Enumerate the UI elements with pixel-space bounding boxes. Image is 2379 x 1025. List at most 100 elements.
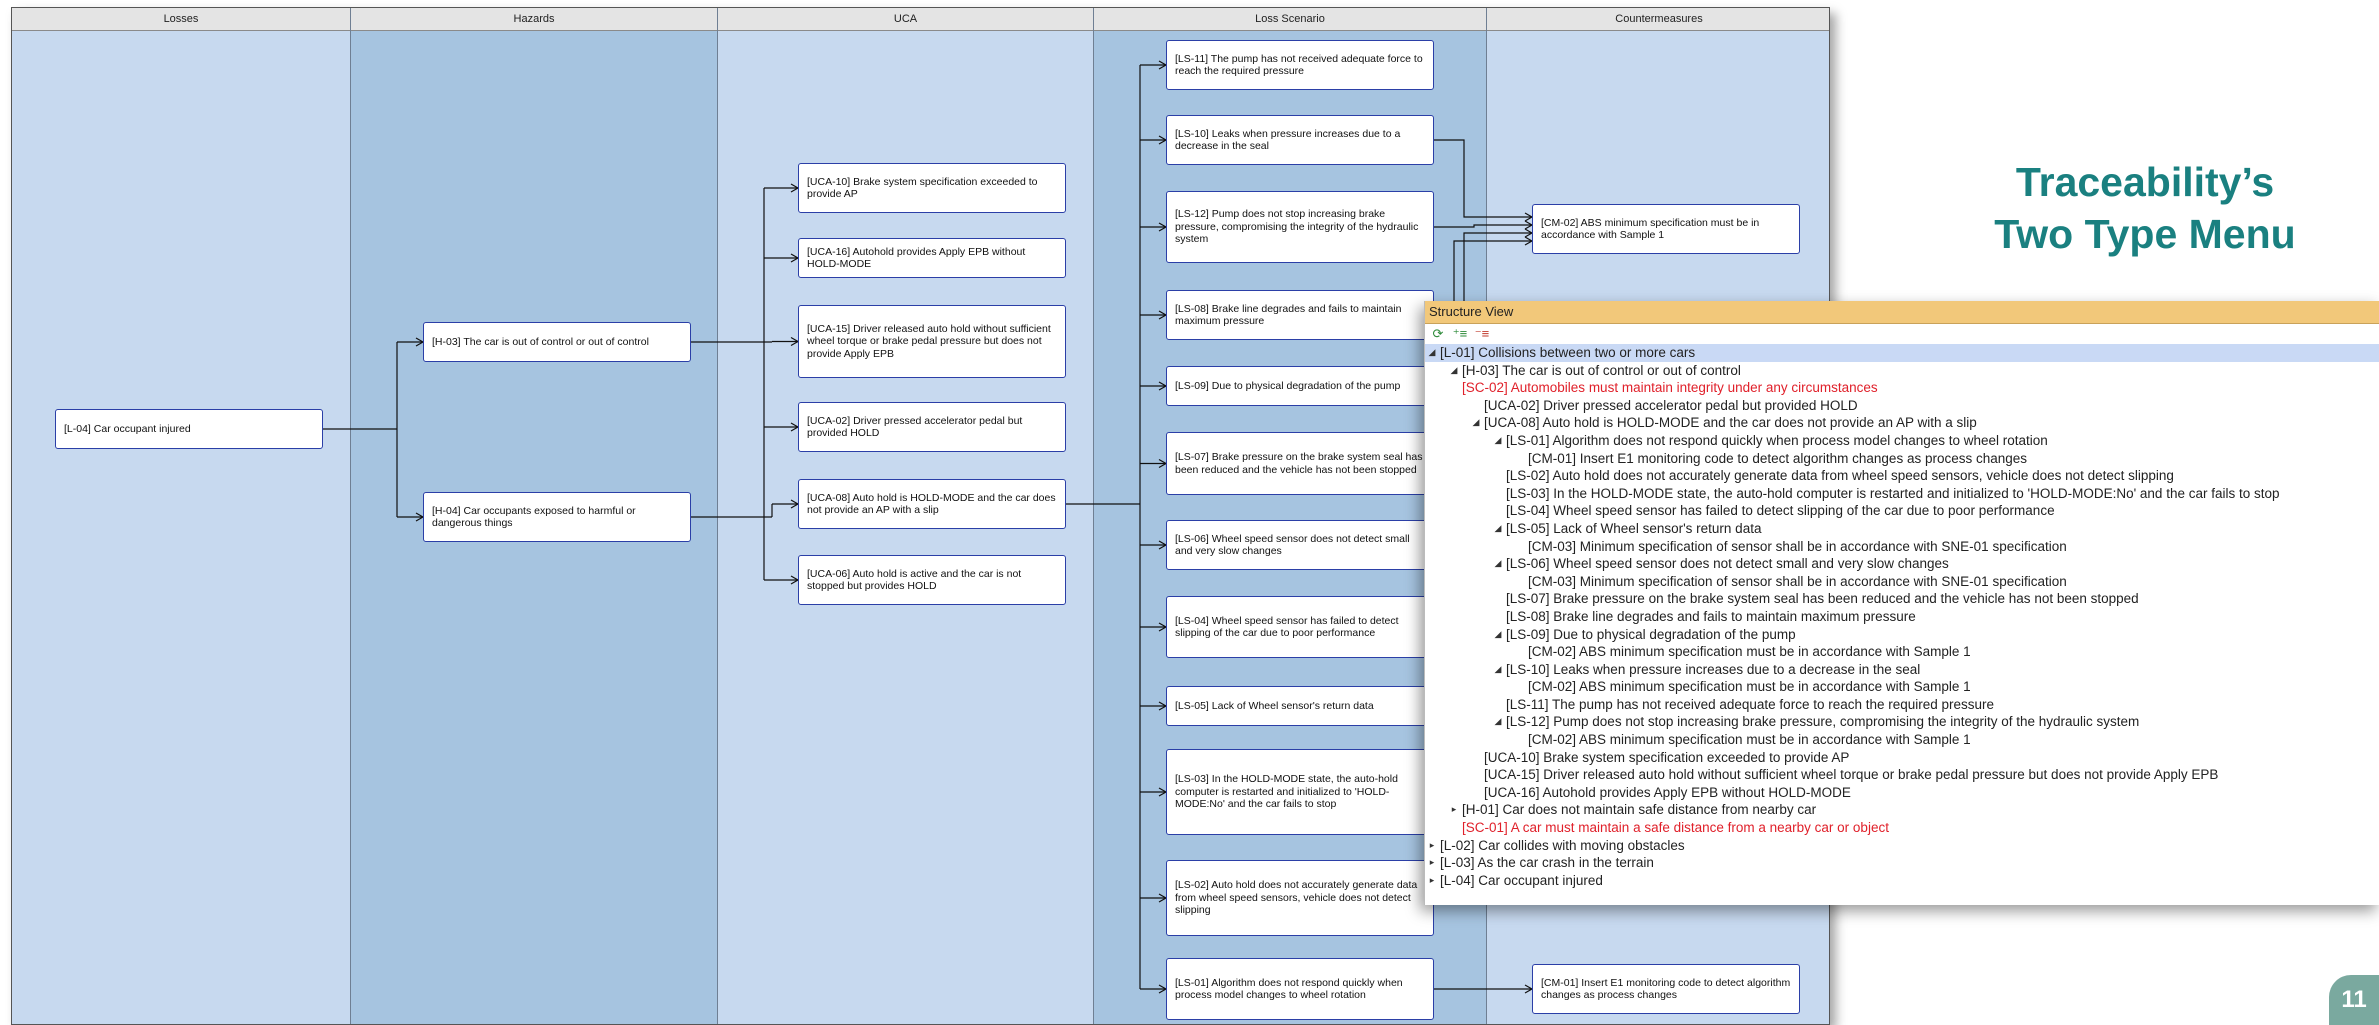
tree-row-label: [L-02] Car collides with moving obstacle… <box>1440 837 1685 853</box>
column-losses: Losses <box>12 8 351 1024</box>
tree-row-label: [UCA-08] Auto hold is HOLD-MODE and the … <box>1484 415 1977 431</box>
collapse-toggle-icon[interactable]: ◢ <box>1492 432 1504 450</box>
node-ls04[interactable]: [LS-04] Wheel speed sensor has failed to… <box>1166 596 1434 658</box>
node-h03[interactable]: [H-03] The car is out of control or out … <box>423 322 691 362</box>
tree-row-label: [LS-06] Wheel speed sensor does not dete… <box>1506 556 1949 572</box>
tree-row-label: [UCA-10] Brake system specification exce… <box>1484 749 1850 765</box>
structure-view-titlebar: Structure View <box>1425 301 2379 324</box>
collapse-all-icon[interactable]: ⁻≡ <box>1473 326 1491 342</box>
tree-row[interactable]: [SC-01] A car must maintain a safe dista… <box>1425 819 2379 837</box>
tree-row[interactable]: ▸ [H-01] Car does not maintain safe dista… <box>1425 801 2379 819</box>
tree-row-label: [SC-02] Automobiles must maintain integr… <box>1462 380 1878 396</box>
tree-row-label: [CM-02] ABS minimum specification must b… <box>1528 644 1971 660</box>
tree-row[interactable]: ◢ [L-01] Collisions between two or more c… <box>1425 344 2379 362</box>
tree-row[interactable]: [CM-03] Minimum specification of sensor … <box>1425 573 2379 591</box>
tree-row[interactable]: [UCA-02] Driver pressed accelerator peda… <box>1425 397 2379 415</box>
tree-row[interactable]: ◢ [LS-10] Leaks when pressure increases d… <box>1425 661 2379 679</box>
collapse-toggle-icon[interactable]: ◢ <box>1492 713 1504 731</box>
node-uca16[interactable]: [UCA-16] Autohold provides Apply EPB wit… <box>798 238 1066 278</box>
tree-row[interactable]: [LS-08] Brake line degrades and fails to… <box>1425 608 2379 626</box>
node-ls11[interactable]: [LS-11] The pump has not received adequa… <box>1166 40 1434 90</box>
tree-row-label: [LS-05] Lack of Wheel sensor's return da… <box>1506 520 1762 536</box>
tree-row[interactable]: ◢ [LS-01] Algorithm does not respond quic… <box>1425 432 2379 450</box>
node-ls08[interactable]: [LS-08] Brake line degrades and fails to… <box>1166 290 1434 340</box>
tree-row-label: [H-03] The car is out of control or out … <box>1462 362 1741 378</box>
node-uca10[interactable]: [UCA-10] Brake system specification exce… <box>798 163 1066 213</box>
tree-row[interactable]: ◢ [UCA-08] Auto hold is HOLD-MODE and the… <box>1425 414 2379 432</box>
tree-row[interactable]: ◢ [H-03] The car is out of control or out… <box>1425 362 2379 380</box>
collapse-toggle-icon[interactable]: ◢ <box>1492 555 1504 573</box>
tree-row-label: [LS-11] The pump has not received adequa… <box>1506 696 1995 712</box>
node-uca15[interactable]: [UCA-15] Driver released auto hold witho… <box>798 305 1066 378</box>
collapse-toggle-icon[interactable]: ◢ <box>1426 344 1438 362</box>
node-uca02[interactable]: [UCA-02] Driver pressed accelerator peda… <box>798 402 1066 452</box>
collapse-toggle-icon[interactable]: ◢ <box>1492 626 1504 644</box>
tree-row-label: [CM-03] Minimum specification of sensor … <box>1528 538 2067 554</box>
node-cm01[interactable]: [CM-01] Insert E1 monitoring code to det… <box>1532 964 1800 1014</box>
tree-row[interactable]: [LS-07] Brake pressure on the brake syst… <box>1425 590 2379 608</box>
tree-row-label: [LS-08] Brake line degrades and fails to… <box>1506 608 1916 624</box>
node-ls05[interactable]: [LS-05] Lack of Wheel sensor's return da… <box>1166 686 1434 726</box>
expand-all-icon[interactable]: ⁺≡ <box>1451 326 1469 342</box>
tree-row[interactable]: [CM-03] Minimum specification of sensor … <box>1425 538 2379 556</box>
node-ls06[interactable]: [LS-06] Wheel speed sensor does not dete… <box>1166 520 1434 570</box>
tree-row[interactable]: ◢ [LS-05] Lack of Wheel sensor's return d… <box>1425 520 2379 538</box>
column-header-countermeasures: Countermeasures <box>1487 8 1829 31</box>
tree-row[interactable]: [LS-02] Auto hold does not accurately ge… <box>1425 467 2379 485</box>
tree-row[interactable]: ▸ [L-04] Car occupant injured <box>1425 872 2379 890</box>
tree-row[interactable]: ◢ [LS-12] Pump does not stop increasing b… <box>1425 713 2379 731</box>
tree-row[interactable]: [LS-11] The pump has not received adequa… <box>1425 696 2379 714</box>
node-ls09[interactable]: [LS-09] Due to physical degradation of t… <box>1166 366 1434 406</box>
tree-row-label: [UCA-16] Autohold provides Apply EPB wit… <box>1484 784 1851 800</box>
node-ls02[interactable]: [LS-02] Auto hold does not accurately ge… <box>1166 860 1434 936</box>
tree-row[interactable]: [LS-04] Wheel speed sensor has failed to… <box>1425 502 2379 520</box>
tree-row-label: [LS-10] Leaks when pressure increases du… <box>1506 661 1921 677</box>
tree-row[interactable]: ▸ [L-02] Car collides with moving obstacl… <box>1425 837 2379 855</box>
node-ls10[interactable]: [LS-10] Leaks when pressure increases du… <box>1166 115 1434 165</box>
tree-row[interactable]: [LS-03] In the HOLD-MODE state, the auto… <box>1425 485 2379 503</box>
column-header-hazards: Hazards <box>351 8 717 31</box>
structure-view-panel: Structure View ⟳ ⁺≡ ⁻≡ ◢ [L-01] Collision… <box>1424 301 2379 905</box>
tree-row[interactable]: [CM-01] Insert E1 monitoring code to det… <box>1425 450 2379 468</box>
node-ls01[interactable]: [LS-01] Algorithm does not respond quick… <box>1166 958 1434 1020</box>
column-header-losses: Losses <box>12 8 350 31</box>
refresh-icon[interactable]: ⟳ <box>1429 326 1447 342</box>
expand-toggle-icon[interactable]: ▸ <box>1426 837 1438 855</box>
tree-row[interactable]: ◢ [LS-06] Wheel speed sensor does not det… <box>1425 555 2379 573</box>
tree-row-label: [LS-07] Brake pressure on the brake syst… <box>1506 591 2139 607</box>
tree-row[interactable]: [CM-02] ABS minimum specification must b… <box>1425 731 2379 749</box>
tree-row-label: [LS-01] Algorithm does not respond quick… <box>1506 432 2048 448</box>
node-uca06[interactable]: [UCA-06] Auto hold is active and the car… <box>798 555 1066 605</box>
slide-title-line1: Traceability’s <box>2015 159 2275 205</box>
tree-row[interactable]: [CM-02] ABS minimum specification must b… <box>1425 643 2379 661</box>
node-h04[interactable]: [H-04] Car occupants exposed to harmful … <box>423 492 691 542</box>
node-l04[interactable]: [L-04] Car occupant injured <box>55 409 323 449</box>
collapse-toggle-icon[interactable]: ◢ <box>1470 414 1482 432</box>
column-header-uca: UCA <box>718 8 1093 31</box>
tree-row[interactable]: ◢ [LS-09] Due to physical degradation of … <box>1425 626 2379 644</box>
tree-row[interactable]: ▸ [L-03] As the car crash in the terrain <box>1425 854 2379 872</box>
tree-row-label: [CM-02] ABS minimum specification must b… <box>1528 732 1971 748</box>
node-uca08[interactable]: [UCA-08] Auto hold is HOLD-MODE and the … <box>798 479 1066 529</box>
node-cm02[interactable]: [CM-02] ABS minimum specification must b… <box>1532 204 1800 254</box>
expand-toggle-icon[interactable]: ▸ <box>1448 801 1460 819</box>
node-ls12[interactable]: [LS-12] Pump does not stop increasing br… <box>1166 191 1434 263</box>
collapse-toggle-icon[interactable]: ◢ <box>1492 520 1504 538</box>
expand-toggle-icon[interactable]: ▸ <box>1426 872 1438 890</box>
tree-row[interactable]: [UCA-10] Brake system specification exce… <box>1425 749 2379 767</box>
tree-row-label: [LS-03] In the HOLD-MODE state, the auto… <box>1506 485 2280 501</box>
tree-row-label: [LS-02] Auto hold does not accurately ge… <box>1506 468 2174 484</box>
tree-row-label: [L-04] Car occupant injured <box>1440 872 1603 888</box>
tree-row[interactable]: [UCA-16] Autohold provides Apply EPB wit… <box>1425 784 2379 802</box>
tree-row[interactable]: [CM-02] ABS minimum specification must b… <box>1425 678 2379 696</box>
tree-row-label: [LS-12] Pump does not stop increasing br… <box>1506 714 2140 730</box>
collapse-toggle-icon[interactable]: ◢ <box>1492 661 1504 679</box>
expand-toggle-icon[interactable]: ▸ <box>1426 854 1438 872</box>
tree-row[interactable]: [SC-02] Automobiles must maintain integr… <box>1425 379 2379 397</box>
structure-tree: ◢ [L-01] Collisions between two or more c… <box>1425 344 2379 889</box>
tree-row[interactable]: [UCA-15] Driver released auto hold witho… <box>1425 766 2379 784</box>
node-ls07[interactable]: [LS-07] Brake pressure on the brake syst… <box>1166 432 1434 495</box>
collapse-toggle-icon[interactable]: ◢ <box>1448 362 1460 380</box>
tree-row-label: [UCA-15] Driver released auto hold witho… <box>1484 767 2219 783</box>
node-ls03[interactable]: [LS-03] In the HOLD-MODE state, the auto… <box>1166 749 1434 835</box>
